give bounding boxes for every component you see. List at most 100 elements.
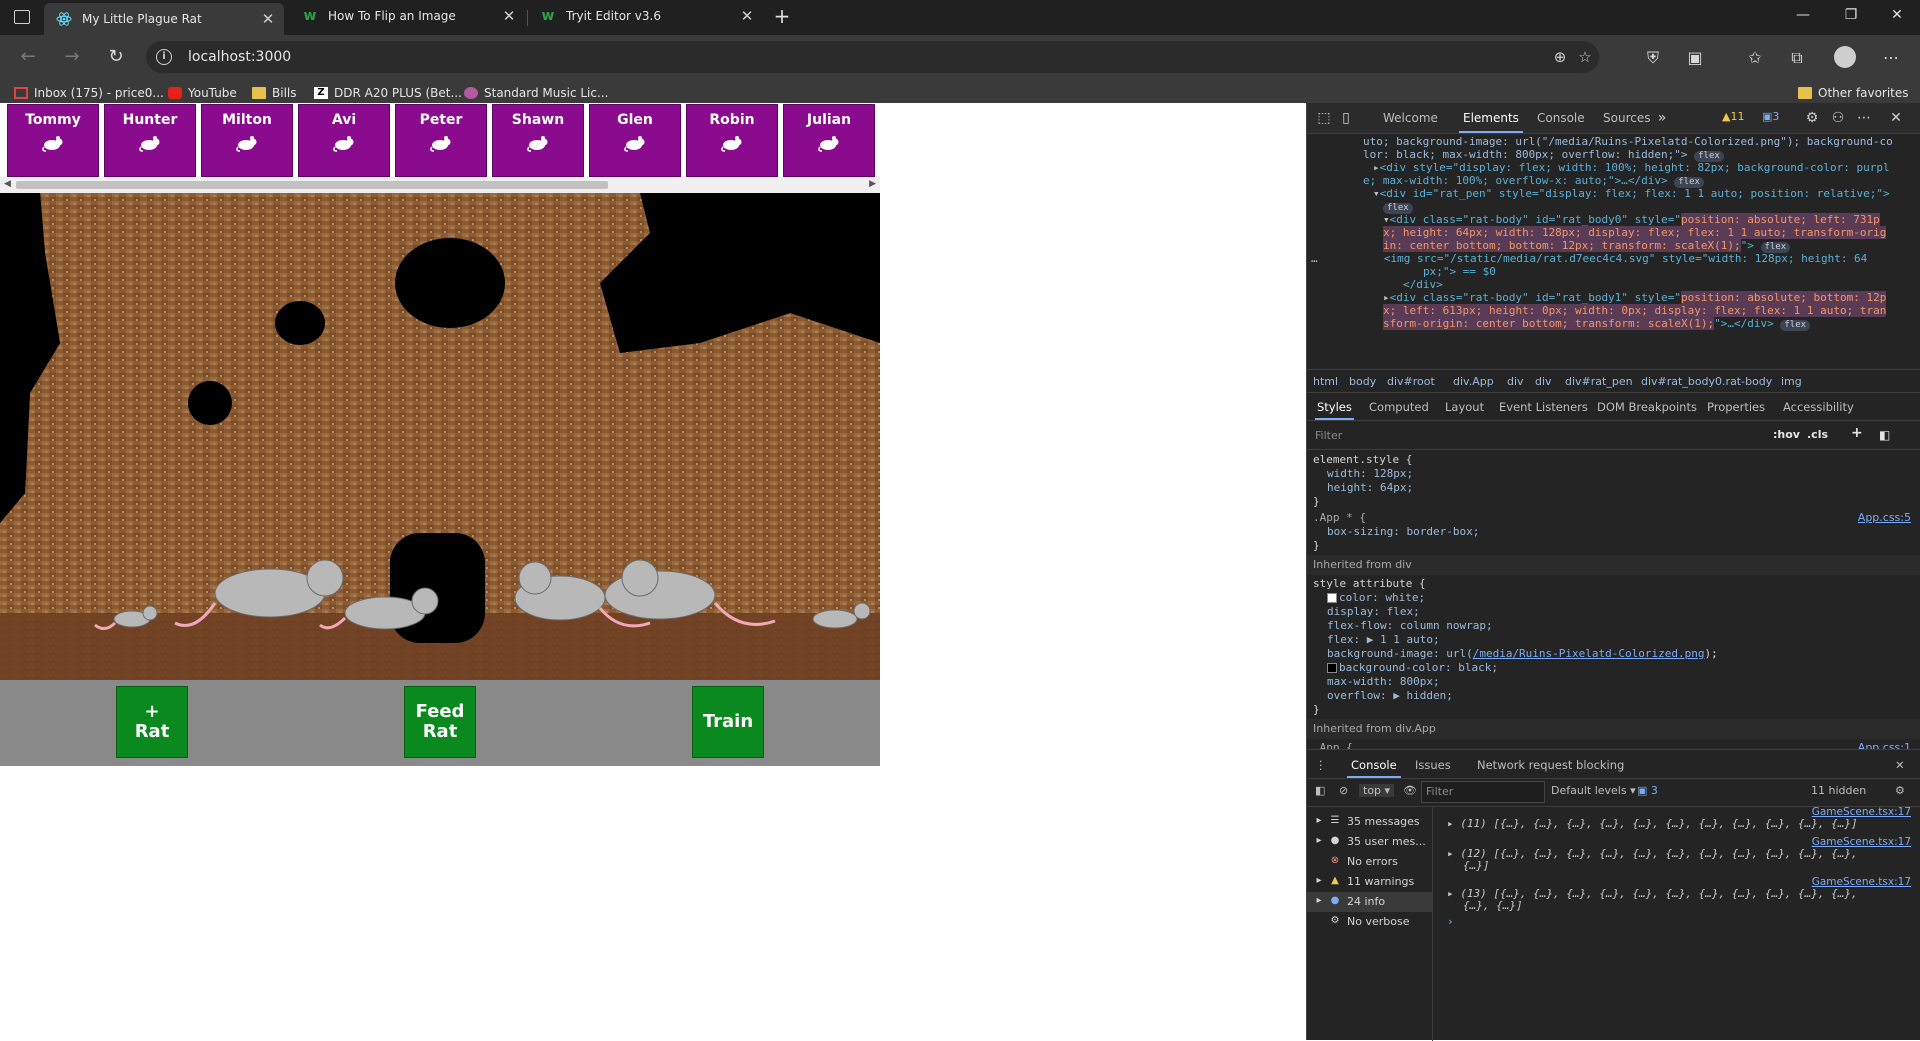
rat-card-peter[interactable]: Peter xyxy=(395,104,487,177)
dom-line-selected[interactable]: … <img src="/static/media/rat.d7eec4c4.s… xyxy=(1311,252,1867,265)
close-devtools-icon[interactable]: ✕ xyxy=(1887,109,1905,127)
new-rule-icon[interactable]: + xyxy=(1851,425,1863,441)
style-declaration[interactable]: overflow: ▶ hidden; xyxy=(1327,689,1453,703)
style-declaration[interactable]: height: 64px; xyxy=(1327,481,1413,495)
filter-verbose[interactable]: ⚙ No verbose xyxy=(1307,912,1432,932)
context-select[interactable]: top ▾ xyxy=(1359,784,1395,797)
source-link[interactable]: App.css:1 xyxy=(1858,741,1911,749)
rat-card-julian[interactable]: Julian xyxy=(783,104,875,177)
messages-badge[interactable]: ▣3 xyxy=(1759,109,1782,125)
close-tab-icon[interactable]: ✕ xyxy=(501,8,517,24)
style-declaration[interactable]: background-color: black; xyxy=(1327,661,1498,675)
crumb-img[interactable]: img xyxy=(1781,375,1802,388)
crumb-body[interactable]: body xyxy=(1349,375,1376,388)
source-link[interactable]: App.css:5 xyxy=(1858,511,1911,525)
crumb-html[interactable]: html xyxy=(1313,375,1338,388)
filter-errors[interactable]: ⊗ No errors xyxy=(1307,852,1432,872)
devtools-tab-elements[interactable]: Elements xyxy=(1459,111,1523,133)
subtab-computed[interactable]: Computed xyxy=(1369,400,1429,414)
dom-line[interactable]: x; left: 613px; height: 0px; width: 0px;… xyxy=(1383,304,1887,317)
rule-selector[interactable]: .App { xyxy=(1313,741,1353,749)
more-options-icon[interactable]: ⋯ xyxy=(1855,109,1873,127)
other-favorites[interactable]: Other favorites xyxy=(1798,84,1909,102)
more-tabs-icon[interactable]: » xyxy=(1653,109,1671,127)
crumb-rat-pen[interactable]: div#rat_pen xyxy=(1565,375,1633,388)
feed-rat-button[interactable]: Feed Rat xyxy=(404,686,476,758)
scroll-left-icon[interactable]: ◀ xyxy=(4,179,11,189)
dom-line[interactable]: sform-origin: center bottom; transform: … xyxy=(1383,317,1811,331)
console-filter-input[interactable]: Filter xyxy=(1421,781,1545,803)
shield-extension-icon[interactable]: ⛨ xyxy=(1642,47,1664,69)
rat-bar-scrollbar[interactable]: ◀ ▶ xyxy=(0,177,880,193)
collections-icon[interactable]: ⧉ xyxy=(1786,47,1808,69)
filter-warnings[interactable]: ▸ ▲ 11 warnings xyxy=(1307,872,1432,892)
site-info-icon[interactable]: i xyxy=(156,49,172,65)
scroll-right-icon[interactable]: ▶ xyxy=(869,179,876,189)
log-levels-dropdown[interactable]: Default levels ▾ xyxy=(1551,784,1636,797)
console-settings-icon[interactable]: ⚙ xyxy=(1895,784,1905,797)
subtab-dom-breakpoints[interactable]: DOM Breakpoints xyxy=(1597,400,1697,414)
rat-card-avi[interactable]: Avi xyxy=(298,104,390,177)
close-drawer-icon[interactable]: ✕ xyxy=(1895,758,1905,772)
crumb-rat-body0[interactable]: div#rat_body0.rat-body xyxy=(1641,375,1772,388)
dom-line[interactable]: e; max-width: 100%; overflow-x: auto;">…… xyxy=(1363,174,1704,188)
bookmark-inbox[interactable]: Inbox (175) - price0... xyxy=(14,84,164,102)
profile-avatar[interactable] xyxy=(1834,46,1856,68)
drawer-tab-network-blocking[interactable]: Network request blocking xyxy=(1477,758,1624,772)
add-favorite-icon[interactable]: ☆ xyxy=(1576,48,1594,66)
crumb-div[interactable]: div xyxy=(1507,375,1524,388)
drawer-menu-icon[interactable]: ⋮ xyxy=(1315,758,1327,772)
bookmark-youtube[interactable]: YouTube xyxy=(168,84,237,102)
tab-tryit-editor[interactable]: w Tryit Editor v3.6 ✕ xyxy=(528,0,763,32)
log-entry[interactable]: ▸ (11) [{…}, {…}, {…}, {…}, {…}, {…}, {…… xyxy=(1447,818,1858,830)
style-declaration[interactable]: display: flex; xyxy=(1327,605,1420,619)
dom-line[interactable]: lor: black; max-width: 800px; overflow: … xyxy=(1363,148,1724,162)
close-tab-icon[interactable]: ✕ xyxy=(260,11,276,27)
zoom-icon[interactable]: ⊕ xyxy=(1551,48,1569,66)
dom-line[interactable]: ▸<div style="display: flex; width: 100%;… xyxy=(1373,161,1890,174)
drawer-tab-console[interactable]: Console xyxy=(1347,758,1401,778)
rat-card-glen[interactable]: Glen xyxy=(589,104,681,177)
elements-dom-tree[interactable]: uto; background-image: url("/media/Ruins… xyxy=(1307,133,1920,369)
dom-line-rat-body0[interactable]: ▾<div class="rat-body" id="rat_body0" st… xyxy=(1383,213,1880,226)
new-tab-button[interactable]: + xyxy=(770,5,794,29)
rat-card-shawn[interactable]: Shawn xyxy=(492,104,584,177)
drawer-tab-issues[interactable]: Issues xyxy=(1415,758,1451,772)
live-expression-icon[interactable]: 👁 xyxy=(1403,784,1417,797)
more-menu-icon[interactable]: ⋯ xyxy=(1880,47,1902,69)
devtools-tab-console[interactable]: Console xyxy=(1537,111,1585,125)
train-button[interactable]: Train xyxy=(692,686,764,758)
favorites-icon[interactable]: ✩ xyxy=(1744,47,1766,69)
cls-toggle[interactable]: .cls xyxy=(1807,428,1828,441)
style-declaration[interactable]: box-sizing: border-box; xyxy=(1327,525,1479,539)
subtab-accessibility[interactable]: Accessibility xyxy=(1783,400,1854,414)
dom-line[interactable]: </div> xyxy=(1403,278,1443,291)
rule-selector[interactable]: .App * { xyxy=(1313,511,1366,525)
style-declaration[interactable]: color: white; xyxy=(1327,591,1425,605)
rat-card-tommy[interactable]: Tommy xyxy=(7,104,99,177)
style-declaration[interactable]: flex: ▶ 1 1 auto; xyxy=(1327,633,1440,647)
dom-line-rat-body1[interactable]: ▸<div class="rat-body" id="rat_body1" st… xyxy=(1383,291,1887,304)
bookmark-bills[interactable]: Bills xyxy=(252,84,297,102)
address-bar[interactable]: i localhost:3000 ⊕ ☆ xyxy=(146,41,1599,73)
issues-counter[interactable]: ▣ 3 xyxy=(1637,784,1658,797)
dom-line[interactable]: x; height: 64px; width: 128px; display: … xyxy=(1383,226,1887,239)
console-prompt[interactable]: › xyxy=(1447,916,1454,928)
extension-icon[interactable]: ▣ xyxy=(1684,47,1706,69)
bg-image-link[interactable]: /media/Ruins-Pixelatd-Colorized.png xyxy=(1473,647,1705,660)
crumb-div[interactable]: div xyxy=(1535,375,1552,388)
style-declaration[interactable]: background-image: url(/media/Ruins-Pixel… xyxy=(1327,647,1718,661)
toggle-sidebar-icon[interactable]: ◧ xyxy=(1879,428,1890,442)
inspect-element-icon[interactable]: ⬚ xyxy=(1315,109,1333,127)
back-button[interactable]: ← xyxy=(14,43,42,71)
filter-user-messages[interactable]: ▸ ● 35 user mes... xyxy=(1307,832,1432,852)
rat-card-robin[interactable]: Robin xyxy=(686,104,778,177)
restore-button[interactable]: ❐ xyxy=(1828,0,1874,30)
tab-my-little-plague-rat[interactable]: My Little Plague Rat ✕ xyxy=(44,3,284,35)
subtab-event-listeners[interactable]: Event Listeners xyxy=(1499,400,1588,414)
style-declaration[interactable]: max-width: 800px; xyxy=(1327,675,1440,689)
dom-line-rat-pen[interactable]: ▾<div id="rat_pen" style="display: flex;… xyxy=(1373,187,1890,200)
refresh-button[interactable]: ↻ xyxy=(102,43,130,71)
bookmark-ddr[interactable]: Z DDR A20 PLUS (Bet... xyxy=(314,84,462,102)
subtab-properties[interactable]: Properties xyxy=(1707,400,1765,414)
